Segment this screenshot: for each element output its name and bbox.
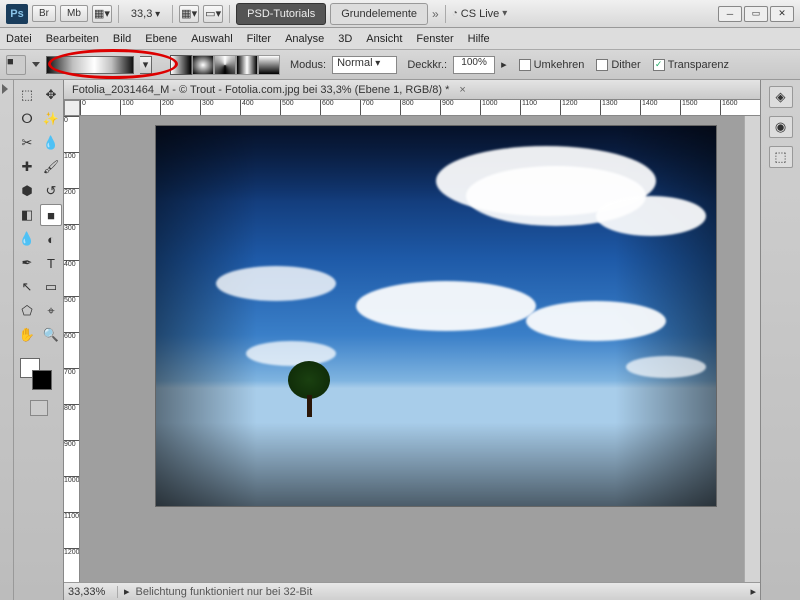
menu-bearbeiten[interactable]: Bearbeiten (46, 33, 99, 45)
tool-preset-dropdown-icon[interactable] (32, 62, 40, 67)
menu-datei[interactable]: Datei (6, 33, 32, 45)
shape-tool-icon[interactable]: ▭ (40, 276, 62, 298)
deckkraft-input[interactable]: 100% (453, 56, 495, 74)
ruler-horizontal[interactable]: 0100200300400500600700800900100011001200… (80, 100, 760, 116)
status-zoom[interactable]: 33,33% (68, 586, 118, 598)
gradient-reflected-icon[interactable] (236, 55, 258, 75)
menu-hilfe[interactable]: Hilfe (468, 33, 490, 45)
deckkraft-stepper-icon[interactable]: ▸ (501, 58, 507, 71)
gradient-type-group (170, 55, 280, 75)
gradient-radial-icon[interactable] (192, 55, 214, 75)
channels-panel-icon[interactable]: ◉ (769, 116, 793, 138)
status-bar: 33,33% ▸ Belichtung funktioniert nur bei… (64, 582, 760, 600)
gradient-diamond-icon[interactable] (258, 55, 280, 75)
dodge-tool-icon[interactable]: ◐ (40, 228, 62, 250)
paths-panel-icon[interactable]: ⬚ (769, 146, 793, 168)
options-bar: ■ ▾ Modus: Normal ▾ Deckkr.: 100% ▸ Umkeh… (0, 50, 800, 80)
screen-mode-icon[interactable]: ▭▾ (203, 5, 223, 23)
gradient-picker[interactable] (46, 56, 134, 74)
crop-tool-icon[interactable]: ✂ (16, 132, 38, 154)
zoom-display[interactable]: 33,3 ▾ (125, 6, 166, 22)
hand-tool-icon[interactable]: ✋ (16, 324, 38, 346)
modus-label: Modus: (290, 59, 326, 71)
more-workspaces-icon[interactable]: » (432, 7, 439, 21)
window-restore-icon[interactable]: ▭ (744, 6, 768, 22)
3d-tool-icon[interactable]: ⬠ (16, 300, 38, 322)
app-topbar: Ps Br Mb ▦▾ 33,3 ▾ ▦▾ ▭▾ PSD-Tutorials G… (0, 0, 800, 28)
status-nav-icon[interactable]: ▸ (124, 585, 130, 598)
modus-select[interactable]: Normal ▾ (332, 56, 397, 74)
umkehren-checkbox[interactable] (519, 59, 531, 71)
workspace-tab-grund[interactable]: Grundelemente (330, 3, 428, 25)
eraser-tool-icon[interactable]: ◧ (16, 204, 38, 226)
ruler-origin[interactable] (64, 100, 80, 116)
cslive-button[interactable]: ◔ CS Live ▾ (452, 8, 508, 20)
layout-icon[interactable]: ▦▾ (92, 5, 112, 23)
status-message: Belichtung funktioniert nur bei 32-Bit (136, 586, 745, 598)
scrollbar-vertical[interactable] (744, 116, 760, 582)
canvas[interactable] (80, 116, 744, 582)
lasso-tool-icon[interactable]: ⵔ (16, 108, 38, 130)
menu-bar: Datei Bearbeiten Bild Ebene Auswahl Filt… (0, 28, 800, 50)
type-tool-icon[interactable]: T (40, 252, 62, 274)
path-tool-icon[interactable]: ↖ (16, 276, 38, 298)
document-title: Fotolia_2031464_M - © Trout - Fotolia.co… (72, 84, 449, 96)
color-swatches[interactable] (16, 354, 62, 394)
menu-3d[interactable]: 3D (338, 33, 352, 45)
menu-ansicht[interactable]: Ansicht (366, 33, 402, 45)
blur-tool-icon[interactable]: 💧 (16, 228, 38, 250)
quickmask-icon[interactable] (30, 400, 48, 416)
right-dock: ◈ ◉ ⬚ (760, 80, 800, 600)
menu-ebene[interactable]: Ebene (145, 33, 177, 45)
menu-bild[interactable]: Bild (113, 33, 131, 45)
eyedropper-tool-icon[interactable]: 💧 (40, 132, 62, 154)
gradient-picker-dropdown-icon[interactable]: ▾ (140, 56, 152, 74)
wand-tool-icon[interactable]: ✨ (40, 108, 62, 130)
layers-panel-icon[interactable]: ◈ (769, 86, 793, 108)
tools-panel: ⬚ ✥ ⵔ ✨ ✂ 💧 ✚ 🖌 ⬢ ↺ ◧ ■ 💧 ◐ ✒ T ↖ ▭ ⬠ ⌖ … (14, 80, 64, 600)
transparenz-checkbox[interactable]: ✓ (653, 59, 665, 71)
left-dock-rail[interactable] (0, 80, 14, 600)
close-tab-icon[interactable]: × (459, 84, 465, 96)
window-close-icon[interactable]: ✕ (770, 6, 794, 22)
gradient-angle-icon[interactable] (214, 55, 236, 75)
menu-fenster[interactable]: Fenster (416, 33, 453, 45)
status-more-icon[interactable]: ▸ (750, 585, 756, 598)
history-brush-icon[interactable]: ↺ (40, 180, 62, 202)
brush-tool-icon[interactable]: 🖌 (40, 156, 62, 178)
minibridge-button[interactable]: Mb (60, 5, 88, 22)
stamp-tool-icon[interactable]: ⬢ (16, 180, 38, 202)
view-extras-icon[interactable]: ▦▾ (179, 5, 199, 23)
dither-checkbox[interactable] (596, 59, 608, 71)
document-image[interactable] (156, 126, 716, 506)
gradient-tool-icon-selected[interactable]: ■ (40, 204, 62, 226)
3d-camera-icon[interactable]: ⌖ (40, 300, 62, 322)
umkehren-label: Umkehren (534, 59, 585, 71)
zoom-tool-icon[interactable]: 🔍 (40, 324, 62, 346)
menu-filter[interactable]: Filter (247, 33, 271, 45)
ps-logo: Ps (6, 4, 28, 24)
ruler-vertical[interactable]: 0100200300400500600700800900100011001200 (64, 116, 80, 582)
document-tab[interactable]: Fotolia_2031464_M - © Trout - Fotolia.co… (64, 80, 760, 100)
dither-label: Dither (611, 59, 640, 71)
transparenz-label: Transparenz (668, 59, 729, 71)
gradient-linear-icon[interactable] (170, 55, 192, 75)
tree-graphic (288, 361, 330, 417)
menu-auswahl[interactable]: Auswahl (191, 33, 233, 45)
marquee-tool-icon[interactable]: ⬚ (16, 84, 38, 106)
bridge-button[interactable]: Br (32, 5, 56, 22)
pen-tool-icon[interactable]: ✒ (16, 252, 38, 274)
workspace-tab-psd[interactable]: PSD-Tutorials (236, 3, 326, 25)
deckkraft-label: Deckkr.: (407, 59, 447, 71)
document-area: Fotolia_2031464_M - © Trout - Fotolia.co… (64, 80, 760, 600)
healing-tool-icon[interactable]: ✚ (16, 156, 38, 178)
background-swatch[interactable] (32, 370, 52, 390)
gradient-tool-icon[interactable]: ■ (6, 55, 26, 75)
move-tool-icon[interactable]: ✥ (40, 84, 62, 106)
window-minimize-icon[interactable]: ─ (718, 6, 742, 22)
menu-analyse[interactable]: Analyse (285, 33, 324, 45)
